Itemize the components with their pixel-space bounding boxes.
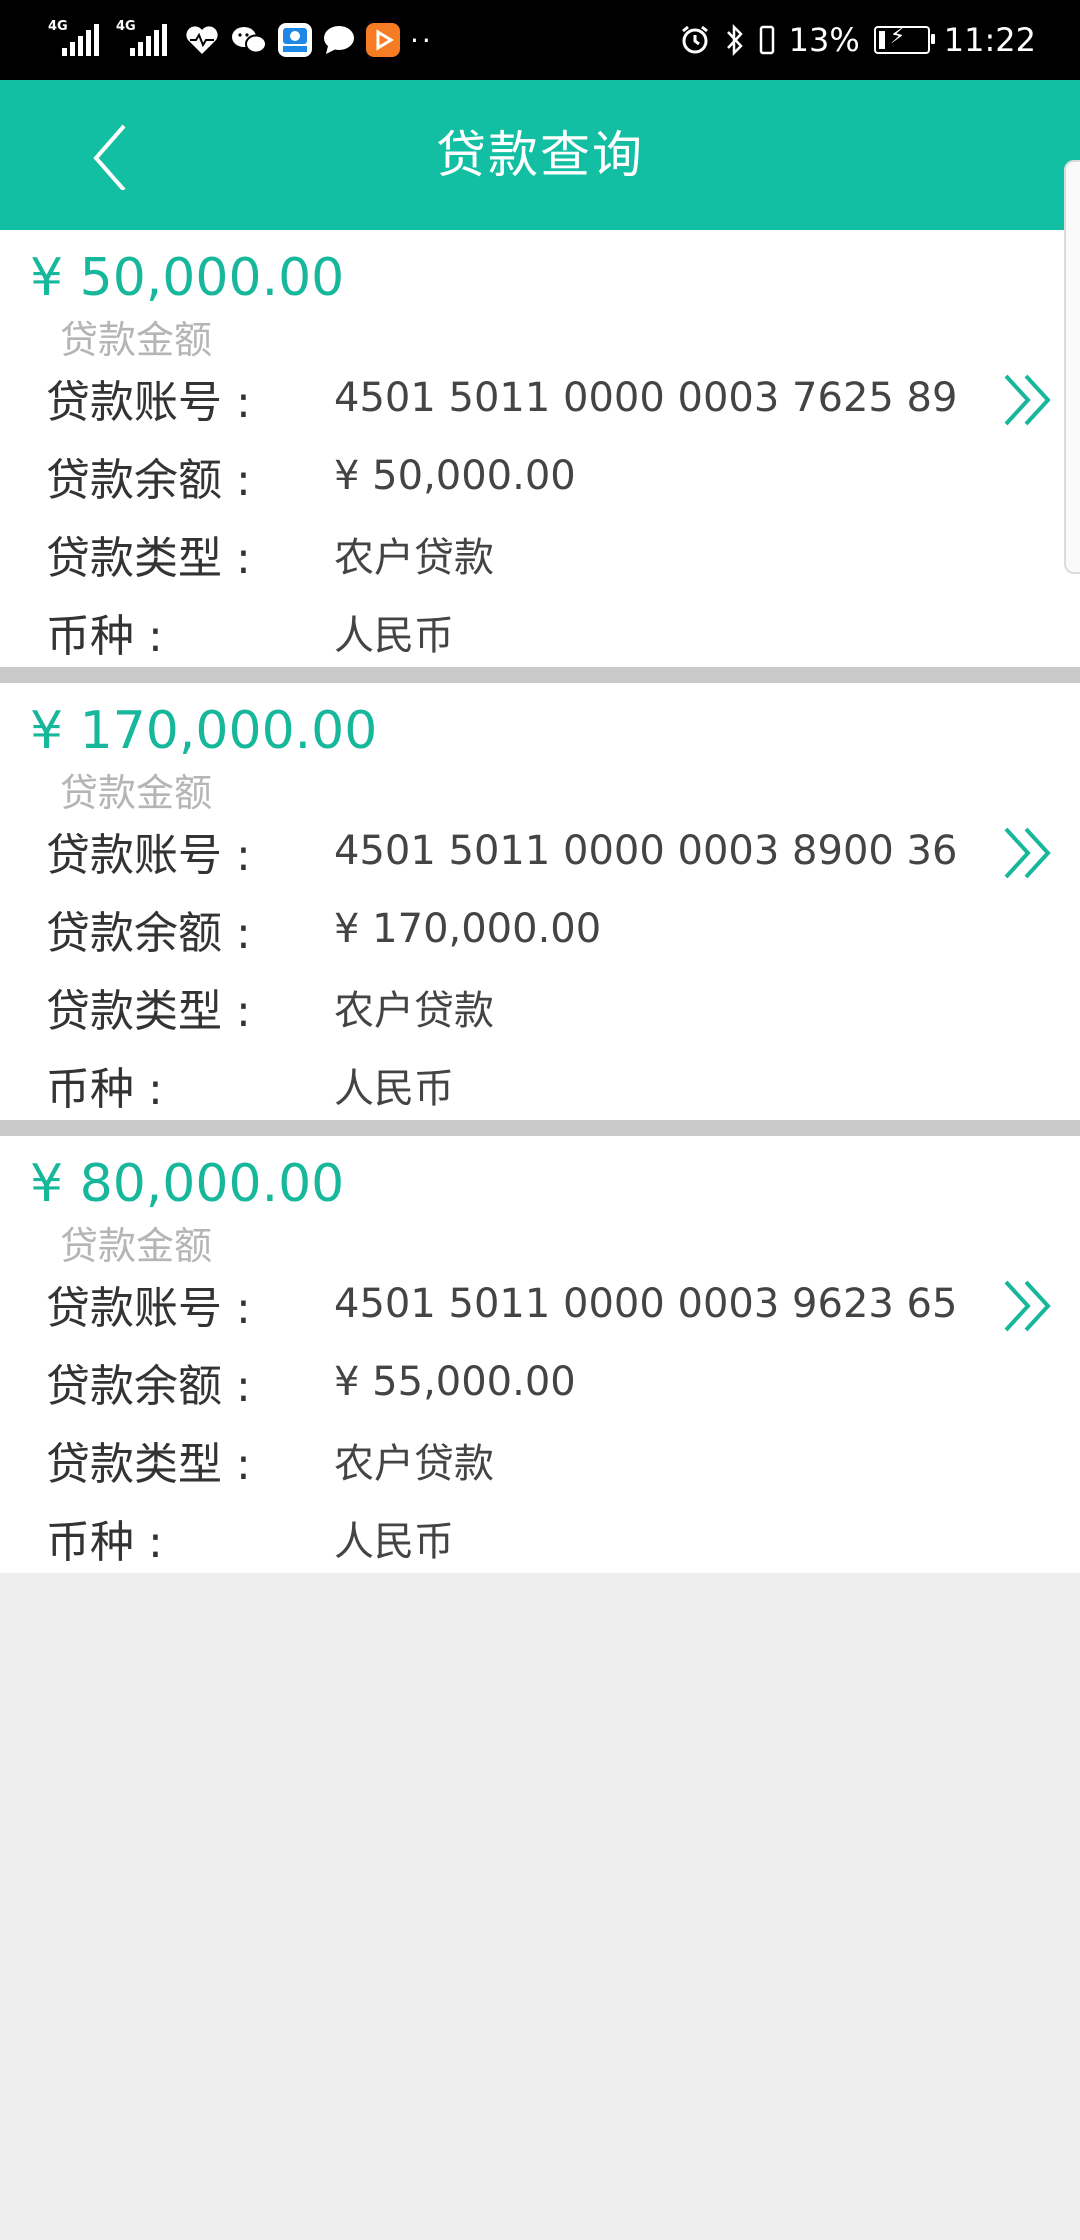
- currency-label: 币种 :: [46, 611, 163, 662]
- balance-value: ¥ 170,000.00: [334, 906, 602, 952]
- double-chevron-right-icon[interactable]: [1000, 821, 1056, 885]
- type-value: 农户贷款: [334, 988, 494, 1034]
- alarm-icon: [681, 25, 708, 54]
- loan-amount-label: 贷款金额: [60, 771, 213, 815]
- app-bar: 贷款查询: [0, 80, 1080, 230]
- currency-label: 币种 :: [46, 1064, 163, 1115]
- balance-label: 贷款余额 :: [46, 1361, 251, 1412]
- account-row: 贷款账号 : 4501 5011 0000 0003 8900 36: [46, 816, 957, 886]
- double-chevron-right-icon[interactable]: [1000, 368, 1056, 432]
- account-label: 贷款账号 :: [46, 1283, 251, 1334]
- loan-card[interactable]: ¥ 80,000.00 贷款金额 贷款账号 : 4501 5011 0000 00…: [0, 1136, 1080, 1573]
- video-app-icon: [366, 23, 400, 57]
- loan-card[interactable]: ¥ 50,000.00 贷款金额 贷款账号 : 4501 5011 0000 00…: [0, 230, 1080, 667]
- edge-panel-handle[interactable]: [1064, 160, 1080, 574]
- card-divider: [0, 1120, 1080, 1136]
- page-title: 贷款查询: [436, 126, 644, 184]
- clock-time: 11:22: [943, 21, 1036, 59]
- status-right: 13% ⚡ 11:22: [679, 0, 1036, 80]
- empty-background: [0, 1573, 1080, 2240]
- loan-card[interactable]: ¥ 170,000.00 贷款金额 贷款账号 : 4501 5011 0000 0…: [0, 683, 1080, 1120]
- account-number: 4501 5011 0000 0003 7625 89: [334, 375, 958, 421]
- loan-amount: ¥ 80,000.00: [30, 1154, 345, 1214]
- message-bubble-icon: [324, 26, 354, 54]
- type-row: 贷款类型 : 农户贷款: [46, 972, 494, 1042]
- loan-amount: ¥ 50,000.00: [30, 248, 345, 308]
- type-label: 贷款类型 :: [46, 533, 251, 584]
- bank-app-icon: [278, 23, 312, 57]
- loan-amount-label: 贷款金额: [60, 318, 213, 362]
- card-divider: [0, 667, 1080, 683]
- balance-value: ¥ 55,000.00: [334, 1359, 576, 1405]
- double-chevron-right-icon[interactable]: [1000, 1274, 1056, 1338]
- account-number: 4501 5011 0000 0003 8900 36: [334, 828, 958, 874]
- account-label: 贷款账号 :: [46, 830, 251, 881]
- currency-value: 人民币: [334, 1519, 454, 1565]
- status-bar: 4G 4G ·· 13% ⚡ 11:22: [0, 0, 1080, 80]
- loan-amount: ¥ 170,000.00: [30, 701, 378, 761]
- signal-icon: 4G: [48, 20, 106, 60]
- type-row: 贷款类型 : 农户贷款: [46, 519, 494, 589]
- currency-label: 币种 :: [46, 1517, 163, 1568]
- account-number: 4501 5011 0000 0003 9623 65: [334, 1281, 958, 1327]
- currency-row: 币种 : 人民币: [46, 1050, 454, 1120]
- status-left: 4G 4G ··: [48, 0, 434, 80]
- account-row: 贷款账号 : 4501 5011 0000 0003 9623 65: [46, 1269, 957, 1339]
- currency-row: 币种 : 人民币: [46, 597, 454, 667]
- vibrate-icon: [759, 25, 774, 55]
- account-label: 贷款账号 :: [46, 377, 251, 428]
- health-heart-icon: [186, 26, 218, 54]
- balance-value: ¥ 50,000.00: [334, 453, 576, 499]
- type-row: 贷款类型 : 农户贷款: [46, 1425, 494, 1495]
- balance-label: 贷款余额 :: [46, 455, 251, 506]
- signal-icon: 4G: [116, 20, 174, 60]
- wechat-icon: [232, 27, 267, 54]
- balance-row: 贷款余额 : ¥ 170,000.00: [46, 894, 601, 964]
- type-label: 贷款类型 :: [46, 1439, 251, 1490]
- battery-percent: 13%: [788, 21, 860, 59]
- battery-charging-icon: ⚡: [873, 24, 935, 54]
- type-value: 农户贷款: [334, 1441, 494, 1487]
- balance-label: 贷款余额 :: [46, 908, 251, 959]
- balance-row: 贷款余额 : ¥ 50,000.00: [46, 441, 576, 511]
- type-label: 贷款类型 :: [46, 986, 251, 1037]
- currency-value: 人民币: [334, 613, 454, 659]
- currency-value: 人民币: [334, 1066, 454, 1112]
- type-value: 农户贷款: [334, 535, 494, 581]
- currency-row: 币种 : 人民币: [46, 1503, 454, 1573]
- bluetooth-icon: [726, 23, 743, 57]
- loan-amount-label: 贷款金额: [60, 1224, 213, 1268]
- more-notifications-icon: ··: [410, 23, 434, 57]
- account-row: 贷款账号 : 4501 5011 0000 0003 7625 89: [46, 363, 957, 433]
- balance-row: 贷款余额 : ¥ 55,000.00: [46, 1347, 576, 1417]
